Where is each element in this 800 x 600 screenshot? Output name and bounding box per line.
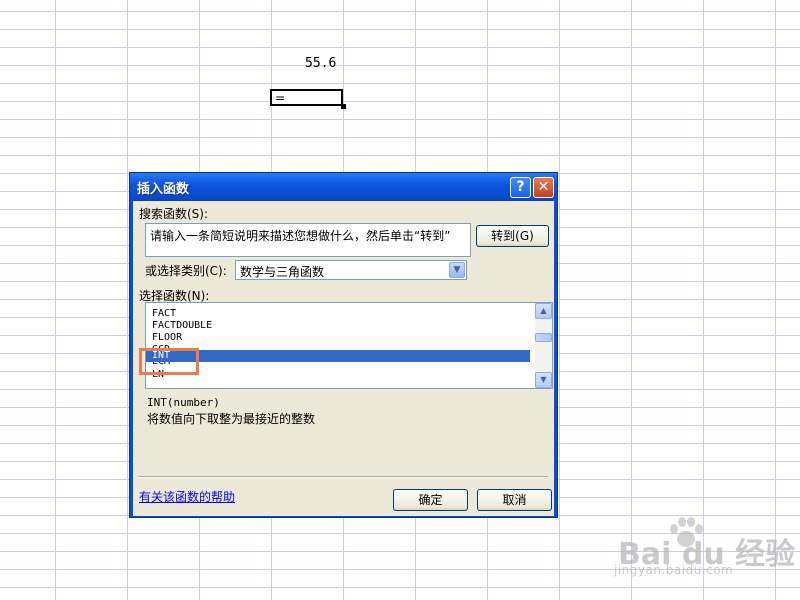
list-item[interactable]: FACT [146, 308, 530, 320]
scroll-thumb[interactable] [535, 333, 552, 342]
ok-button[interactable]: 确定 [393, 489, 468, 511]
function-syntax: INT(number) [147, 396, 220, 409]
search-placeholder: 请输入一条简短说明来描述您想做什么，然后单击“转到” [150, 229, 451, 243]
cell-value[interactable]: 55.6 [305, 56, 345, 71]
category-value: 数学与三角函数 [240, 265, 325, 279]
insert-function-dialog: 插入函数 ? ✕ 搜索函数(S): 请输入一条简短说明来描述您想做什么，然后单击… [129, 172, 558, 518]
fill-handle[interactable] [341, 104, 346, 109]
dialog-titlebar[interactable]: 插入函数 ? ✕ [130, 173, 557, 201]
active-cell[interactable]: = [270, 89, 343, 106]
search-input[interactable]: 请输入一条简短说明来描述您想做什么，然后单击“转到” [145, 223, 471, 257]
list-item[interactable]: LCM [146, 362, 530, 368]
watermark-url: jingyan.baidu.com [614, 563, 734, 577]
go-button[interactable]: 转到(G) [476, 225, 549, 247]
dialog-body: 搜索函数(S): 请输入一条简短说明来描述您想做什么，然后单击“转到” 转到(G… [133, 201, 554, 516]
list-item[interactable]: LN [146, 369, 530, 381]
list-item-selected[interactable]: INT [146, 350, 530, 362]
active-cell-text: = [275, 91, 286, 105]
watermark: Bai du 经验 jingyan.baidu.com [606, 515, 796, 595]
function-help-link[interactable]: 有关该函数的帮助 [139, 488, 235, 505]
list-item[interactable]: FACTDOUBLE [146, 320, 530, 332]
close-button[interactable]: ✕ [533, 177, 554, 198]
function-list[interactable]: FACT FACTDOUBLE FLOOR GCD INT LCM LN ▲ ▼ [145, 302, 553, 389]
search-label: 搜索函数(S): [139, 207, 209, 221]
function-list-scrollbar[interactable]: ▲ ▼ [535, 303, 552, 388]
scroll-up-icon[interactable]: ▲ [535, 303, 552, 319]
category-label: 或选择类别(C): [145, 264, 227, 278]
divider [138, 476, 548, 478]
list-item[interactable]: FLOOR [146, 332, 530, 344]
help-button[interactable]: ? [510, 177, 531, 198]
scroll-down-icon[interactable]: ▼ [535, 372, 552, 388]
category-select[interactable]: 数学与三角函数 ▼ [235, 260, 467, 280]
function-description: 将数值向下取整为最接近的整数 [147, 412, 316, 426]
dialog-title: 插入函数 [137, 182, 190, 197]
annotation-highlight-box [139, 348, 199, 375]
cancel-button[interactable]: 取消 [477, 489, 552, 511]
chevron-down-icon[interactable]: ▼ [449, 262, 465, 278]
